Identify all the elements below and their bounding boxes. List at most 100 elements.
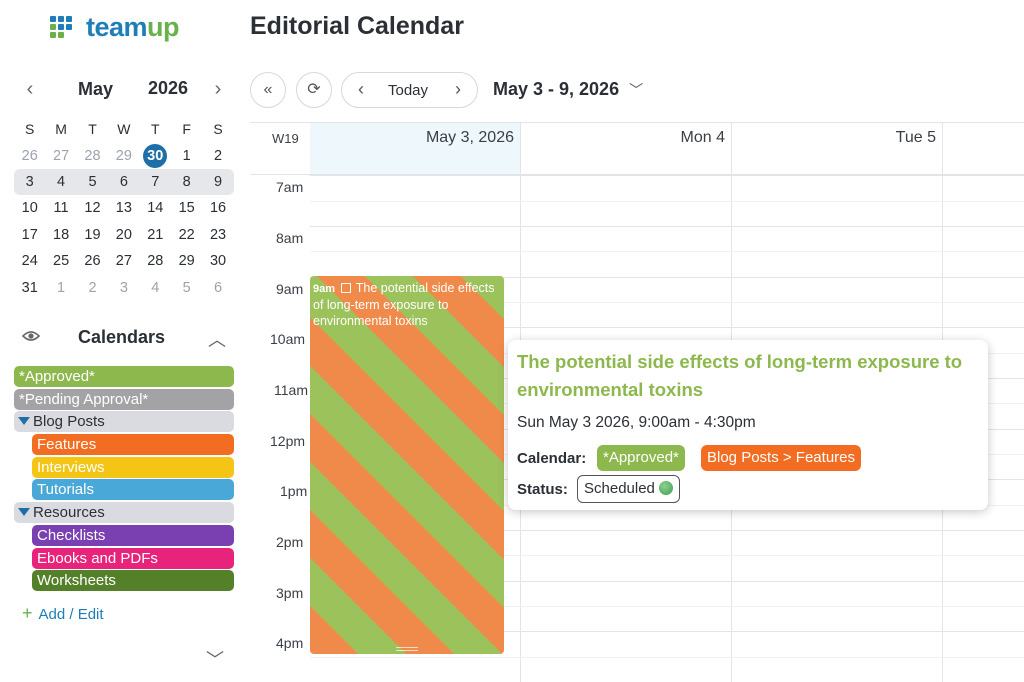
mini-day[interactable]: 4: [45, 171, 76, 193]
today-button[interactable]: Today: [388, 82, 428, 99]
folder-expanded-triangle-icon[interactable]: [18, 508, 30, 517]
calendar-folder-resources[interactable]: Resources: [14, 502, 234, 524]
teamup-logo[interactable]: teamup: [50, 10, 180, 44]
calendar-item-interviews[interactable]: Interviews: [32, 456, 234, 478]
hour-line: [310, 175, 1024, 176]
mini-week-row: 17 18 19 20 21 22 23: [14, 222, 234, 248]
mini-year-label[interactable]: 2026: [148, 78, 188, 99]
mini-day[interactable]: 18: [45, 224, 76, 246]
mini-day[interactable]: 7: [140, 171, 171, 193]
column-header-tue[interactable]: Tue 5: [731, 123, 942, 175]
mini-day[interactable]: 15: [171, 197, 202, 219]
mini-day[interactable]: 10: [14, 197, 45, 219]
mini-day[interactable]: 27: [108, 250, 139, 272]
prev-week-chevron-left-icon[interactable]: ‹: [346, 73, 376, 107]
calendar-item-pending-approval[interactable]: *Pending Approval*: [14, 388, 234, 410]
mini-day[interactable]: 29: [171, 250, 202, 272]
mini-day[interactable]: 28: [77, 145, 108, 167]
mini-weekday: M: [55, 121, 67, 138]
time-label: 3pm: [276, 585, 304, 601]
mini-day[interactable]: 20: [108, 224, 139, 246]
calendar-event[interactable]: 9am The potential side effects of long-t…: [310, 276, 504, 654]
mini-day[interactable]: 19: [77, 224, 108, 246]
collapse-chevron-up-icon[interactable]: ︿: [208, 326, 226, 352]
popup-calendar-tag-features: Blog Posts > Features: [701, 445, 861, 471]
mini-day[interactable]: 5: [171, 277, 202, 299]
mini-weekday: T: [150, 121, 160, 138]
mini-weekday: S: [213, 121, 223, 138]
mini-day[interactable]: 23: [202, 224, 233, 246]
mini-day[interactable]: 16: [202, 197, 233, 219]
refresh-button[interactable]: ⟳: [296, 72, 332, 108]
status-value: Scheduled: [584, 480, 655, 497]
calendar-item-worksheets[interactable]: Worksheets: [32, 570, 234, 592]
calendar-item-tutorials[interactable]: Tutorials: [32, 479, 234, 501]
mini-day[interactable]: 6: [202, 277, 233, 299]
mini-day[interactable]: 2: [77, 277, 108, 299]
next-week-chevron-right-icon[interactable]: ›: [443, 73, 473, 107]
event-details-popup: The potential side effects of long-term …: [508, 340, 988, 510]
mini-day[interactable]: 24: [14, 250, 45, 272]
mini-day[interactable]: 9: [202, 171, 233, 193]
time-label: 7am: [276, 179, 304, 195]
resize-handle[interactable]: [396, 647, 418, 651]
column-header-label: Tue 5: [895, 129, 936, 146]
mini-day[interactable]: 4: [140, 277, 171, 299]
mini-day[interactable]: 6: [108, 171, 139, 193]
mini-day[interactable]: 3: [108, 277, 139, 299]
folder-expanded-triangle-icon[interactable]: [18, 417, 30, 426]
collapse-sidebar-button[interactable]: «: [250, 72, 286, 108]
date-range-selector[interactable]: May 3 - 9, 2026 ﹀: [493, 79, 643, 100]
mini-day[interactable]: 21: [140, 224, 171, 246]
mini-day[interactable]: 12: [77, 197, 108, 219]
folder-label: Blog Posts: [33, 413, 105, 431]
mini-day[interactable]: 8: [171, 171, 202, 193]
mini-day[interactable]: 3: [14, 171, 45, 193]
column-header-label: May 3, 2026: [425, 129, 514, 146]
mini-month-label[interactable]: May: [78, 79, 113, 100]
chevron-down-icon: ﹀: [629, 82, 644, 98]
mini-calendar-nav: ‹ May 2026 ›: [14, 76, 234, 104]
eye-icon[interactable]: [22, 330, 40, 342]
add-edit-calendars-link[interactable]: + Add / Edit: [22, 603, 104, 624]
mini-day-today[interactable]: 30: [140, 143, 171, 168]
mini-day[interactable]: 2: [202, 145, 233, 167]
mini-prev-month-chevron-left-icon[interactable]: ‹: [18, 76, 42, 104]
mini-day[interactable]: 27: [45, 145, 76, 167]
mini-day[interactable]: 11: [45, 197, 76, 219]
globe-icon: [658, 481, 673, 495]
mini-day[interactable]: 31: [14, 277, 45, 299]
mini-day[interactable]: 26: [14, 145, 45, 167]
mini-next-month-chevron-right-icon[interactable]: ›: [206, 76, 230, 104]
calendar-item-approved[interactable]: *Approved*: [14, 366, 234, 387]
date-range-label: May 3 - 9, 2026: [493, 79, 620, 99]
column-header-mon[interactable]: Mon 4: [520, 123, 731, 175]
calendar-item-ebooks-and-pdfs[interactable]: Ebooks and PDFs: [32, 547, 234, 569]
mini-day[interactable]: 14: [140, 197, 171, 219]
event-time: 9am: [313, 283, 336, 295]
mini-day[interactable]: 5: [77, 171, 108, 193]
calendar-item-features[interactable]: Features: [32, 434, 234, 456]
mini-day[interactable]: 1: [45, 277, 76, 299]
mini-weekday: W: [117, 121, 131, 138]
mini-day[interactable]: 29: [108, 145, 139, 167]
mini-day[interactable]: 17: [14, 224, 45, 246]
column-header-wed[interactable]: [942, 123, 1024, 175]
mini-day[interactable]: 1: [171, 145, 202, 167]
mini-day[interactable]: 22: [171, 224, 202, 246]
mini-day[interactable]: 13: [108, 197, 139, 219]
mini-day[interactable]: 28: [140, 250, 171, 272]
column-header-sun[interactable]: May 3, 2026: [310, 123, 520, 175]
mini-day[interactable]: 25: [45, 250, 76, 272]
expand-chevron-down-icon[interactable]: ﹀: [206, 646, 224, 672]
mini-day[interactable]: 26: [77, 250, 108, 272]
mini-calendar-grid: S M T W T F S 26 27 28 29 30 1 2 3 4 5 6…: [14, 116, 234, 301]
time-label: 2pm: [276, 534, 304, 550]
time-label: 12pm: [270, 433, 306, 449]
mini-day[interactable]: 30: [202, 250, 233, 272]
calendar-item-checklists[interactable]: Checklists: [32, 524, 234, 546]
event-text: 9am The potential side effects of long-t…: [313, 280, 500, 329]
time-label: 9am: [276, 281, 304, 297]
calendar-folder-blog-posts[interactable]: Blog Posts: [14, 411, 234, 433]
double-chevron-left-icon: «: [263, 81, 273, 98]
